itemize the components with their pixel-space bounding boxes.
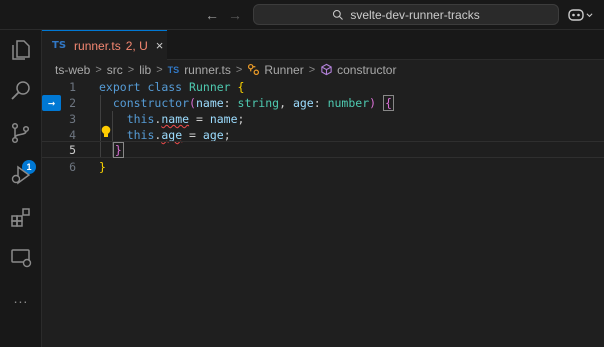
title-bar: ← → svelte-dev-runner-tracks bbox=[0, 0, 604, 30]
arrow-right-icon[interactable]: → bbox=[226, 6, 244, 24]
chevron-right-icon: > bbox=[308, 63, 316, 76]
chevron-right-icon: > bbox=[235, 63, 243, 76]
activity-bar: 1 ... bbox=[0, 30, 42, 347]
class-icon bbox=[248, 63, 260, 76]
code-line: 6 } bbox=[42, 159, 604, 175]
breadcrumb-item[interactable]: src bbox=[107, 63, 123, 77]
arrow-left-icon[interactable]: ← bbox=[203, 6, 221, 24]
search-icon[interactable] bbox=[6, 76, 36, 106]
breadcrumb-item[interactable]: runner.ts bbox=[184, 63, 231, 77]
line-number: 4 bbox=[69, 128, 76, 142]
tab-label: runner.ts bbox=[74, 38, 121, 53]
tab-runner-ts[interactable]: TS runner.ts 2, U × bbox=[42, 30, 167, 60]
code-editor[interactable]: 1 export class Runner { 2 constructor(na… bbox=[42, 78, 604, 347]
explorer-icon[interactable] bbox=[6, 35, 36, 65]
typescript-icon: TS bbox=[52, 40, 67, 51]
lightbulb-icon[interactable] bbox=[100, 125, 112, 139]
breadcrumb-item[interactable]: ts-web bbox=[55, 63, 90, 77]
tab-bar: TS runner.ts 2, U × bbox=[42, 30, 604, 60]
line-number: 5 bbox=[69, 142, 76, 157]
remote-explorer-icon[interactable] bbox=[6, 243, 36, 273]
chevron-right-icon: > bbox=[156, 63, 163, 76]
more-icon[interactable]: ... bbox=[6, 283, 36, 313]
breadcrumb-item[interactable]: lib bbox=[139, 63, 151, 77]
code-line: 2 constructor(name: string, age: number)… bbox=[42, 95, 604, 111]
chevron-right-icon: > bbox=[95, 63, 102, 76]
extensions-icon[interactable] bbox=[6, 202, 36, 232]
code-line: 3 this.name = name; bbox=[42, 111, 604, 127]
line-number: 1 bbox=[69, 80, 76, 94]
command-center-label: svelte-dev-runner-tracks bbox=[350, 7, 480, 22]
copilot-icon[interactable] bbox=[568, 6, 594, 24]
tab-status: 2, U bbox=[125, 38, 148, 53]
line-number: 3 bbox=[69, 112, 76, 126]
breadcrumb: ts-web > src > lib > TS runner.ts > Runn… bbox=[55, 61, 396, 78]
breadcrumb-item[interactable]: constructor bbox=[337, 63, 396, 77]
breadcrumb-item[interactable]: Runner bbox=[264, 63, 303, 77]
code-line: 1 export class Runner { bbox=[42, 79, 604, 95]
close-icon[interactable]: × bbox=[156, 38, 164, 53]
arrow-right-icon[interactable]: → bbox=[42, 95, 61, 111]
source-control-icon[interactable] bbox=[6, 118, 36, 148]
chevron-right-icon: > bbox=[127, 63, 135, 76]
line-number: 6 bbox=[69, 160, 76, 174]
method-icon bbox=[321, 63, 332, 76]
search-icon bbox=[333, 9, 344, 20]
typescript-icon: TS bbox=[167, 64, 180, 75]
code-line-current: 5 } bbox=[42, 141, 604, 158]
command-center-search[interactable]: svelte-dev-runner-tracks bbox=[253, 4, 559, 25]
run-debug-icon[interactable] bbox=[6, 160, 36, 190]
